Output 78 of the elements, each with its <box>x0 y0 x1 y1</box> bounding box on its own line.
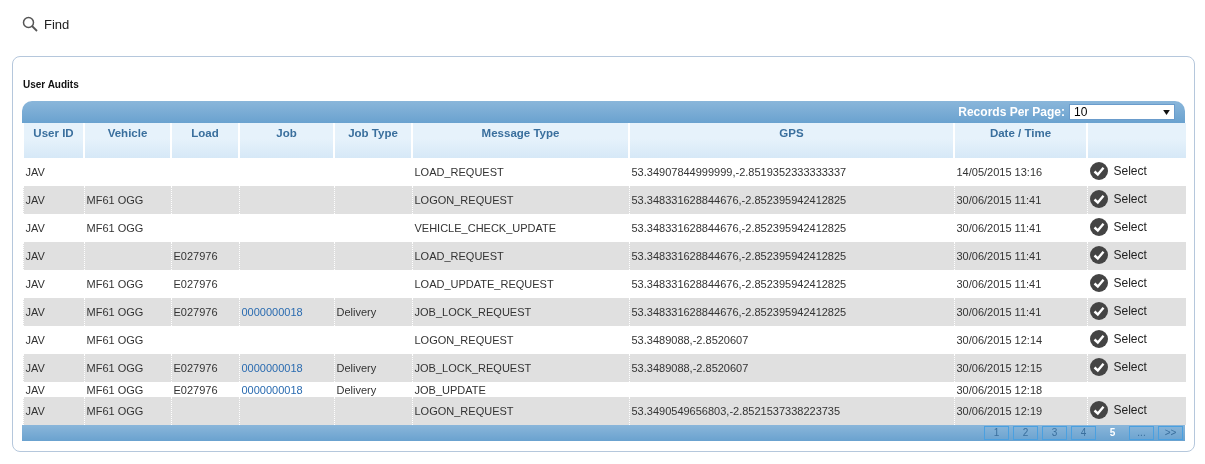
table-cell: 14/05/2015 13:16 <box>956 166 1043 178</box>
table-cell: 53.348331628844676,-2.852395942412825 <box>631 306 847 318</box>
table-cell: E027976 <box>173 383 218 396</box>
table-cell: LOGON_REQUEST <box>414 405 514 417</box>
table-cell: LOGON_REQUEST <box>414 194 514 206</box>
table-cell: MF61 OGG <box>86 278 144 290</box>
table-cell: VEHICLE_CHECK_UPDATE <box>414 222 557 234</box>
table-cell: MF61 OGG <box>86 405 144 417</box>
table-cell: 53.3489088,-2.8520607 <box>631 334 749 346</box>
table-cell: MF61 OGG <box>86 194 144 206</box>
table-cell: E027976 <box>173 362 218 374</box>
select-button[interactable]: Select <box>1089 218 1147 236</box>
table-cell: 53.3490549656803,-2.8521537338223735 <box>631 405 841 417</box>
table-cell: JAV <box>25 334 45 346</box>
table-cell: JAV <box>25 250 45 262</box>
table-cell: 30/06/2015 12:19 <box>956 405 1043 417</box>
column-header[interactable]: Date / Time <box>954 123 1087 158</box>
table-cell: JAV <box>25 194 45 206</box>
table-cell: MF61 OGG <box>86 306 144 318</box>
table-cell: 30/06/2015 11:41 <box>956 250 1042 262</box>
table-cell: Delivery <box>336 306 377 318</box>
select-button[interactable]: Select <box>1089 162 1147 180</box>
table-cell: Delivery <box>336 383 377 396</box>
select-button[interactable]: Select <box>1089 274 1147 292</box>
table-cell: 30/06/2015 11:41 <box>956 194 1042 206</box>
table-cell: 53.348331628844676,-2.852395942412825 <box>631 250 847 262</box>
table-cell: 30/06/2015 11:41 <box>956 278 1042 290</box>
table-cell: 53.348331628844676,-2.852395942412825 <box>631 278 847 290</box>
column-header[interactable]: GPS <box>629 123 954 158</box>
table-cell: LOGON_REQUEST <box>414 334 514 346</box>
table-cell: JOB_LOCK_REQUEST <box>414 306 532 318</box>
table-cell: LOAD_REQUEST <box>414 166 504 178</box>
records-per-page-select[interactable]: 10 <box>1069 104 1175 120</box>
check-icon <box>1089 218 1108 236</box>
table-cell: JAV <box>25 222 45 234</box>
records-per-page-label: Records Per Page: <box>958 105 1065 119</box>
table-cell: JAV <box>25 166 45 178</box>
column-header[interactable]: Job <box>239 123 334 158</box>
column-header[interactable]: Job Type <box>334 123 412 158</box>
table-cell: 53.34907844999999,-2.8519352333333337 <box>631 166 847 178</box>
table-cell: JAV <box>25 362 45 374</box>
table-cell: MF61 OGG <box>86 383 144 396</box>
find-link[interactable]: Find <box>44 16 70 32</box>
table-cell: 53.348331628844676,-2.852395942412825 <box>631 194 847 206</box>
table-cell: JAV <box>25 383 45 396</box>
job-link[interactable]: 0000000018 <box>241 383 303 396</box>
table-cell: 53.3489088,-2.8520607 <box>631 362 749 374</box>
column-header[interactable]: Vehicle <box>84 123 171 158</box>
table-cell: LOAD_UPDATE_REQUEST <box>414 278 554 290</box>
table-cell: JOB_UPDATE <box>414 383 486 396</box>
table-cell: E027976 <box>173 278 218 290</box>
table-cell: Delivery <box>336 362 377 374</box>
table-cell: JAV <box>25 306 45 318</box>
table-cell: 30/06/2015 12:14 <box>956 334 1043 346</box>
table-cell: 30/06/2015 11:41 <box>956 306 1042 318</box>
panel-title: User Audits <box>23 79 80 89</box>
search-icon[interactable] <box>22 16 38 32</box>
column-header[interactable]: User ID <box>23 123 84 158</box>
dropdown-caret-icon <box>1163 109 1170 115</box>
table-cell: E027976 <box>173 306 218 318</box>
check-icon <box>1089 162 1108 180</box>
table-cell: 53.348331628844676,-2.852395942412825 <box>631 222 847 234</box>
table-cell: 30/06/2015 12:15 <box>956 362 1043 374</box>
table-cell: JAV <box>25 405 45 417</box>
table-cell: JAV <box>25 278 45 290</box>
check-icon <box>1089 330 1108 348</box>
check-icon <box>1089 274 1108 292</box>
table-cell: JOB_LOCK_REQUEST <box>414 362 532 374</box>
column-header[interactable]: Message Type <box>412 123 629 158</box>
table-cell: E027976 <box>173 250 218 262</box>
select-button[interactable]: Select <box>1089 330 1147 348</box>
table-cell: MF61 OGG <box>86 222 144 234</box>
table-cell: 30/06/2015 12:18 <box>956 383 1043 396</box>
table-cell: LOAD_REQUEST <box>414 250 504 262</box>
table-cell: MF61 OGG <box>86 362 144 374</box>
table-cell: MF61 OGG <box>86 334 144 346</box>
table-cell: 30/06/2015 11:41 <box>956 222 1042 234</box>
column-header[interactable]: Load <box>171 123 239 158</box>
